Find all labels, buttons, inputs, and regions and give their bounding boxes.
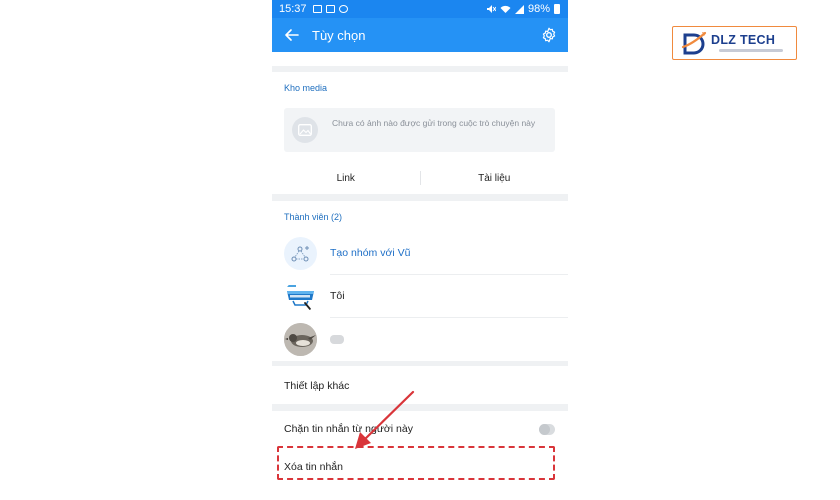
block-messages-toggle[interactable]: [539, 424, 555, 435]
image-placeholder-icon: [292, 117, 318, 143]
media-tabs: Link Tài liệu: [272, 162, 568, 194]
member-name-hidden: [330, 335, 344, 344]
gallery-notification-icon: [312, 5, 322, 13]
toggle-knob: [539, 424, 550, 435]
zalo-notification-icon: [325, 5, 335, 13]
status-time: 15:37: [279, 3, 307, 15]
wifi-icon: [500, 5, 511, 13]
block-messages-label: Chặn tin nhắn từ người này: [284, 423, 413, 435]
media-empty-text: Chưa có ảnh nào được gửi trong cuộc trò …: [332, 118, 536, 128]
download-badge-avatar: [284, 280, 317, 313]
member-other[interactable]: [272, 318, 568, 361]
tab-link[interactable]: Link: [272, 173, 420, 184]
other-settings-label: Thiết lập khác: [284, 380, 350, 392]
status-bar: 15:37 98%: [272, 0, 568, 18]
dlz-tech-logo: DLZ TECH: [672, 26, 797, 60]
mute-icon: [486, 5, 496, 13]
group-add-icon: [284, 237, 317, 270]
logo-mark-icon: [681, 31, 707, 55]
screenshot-stage: 15:37 98% Tùy chọn Kho media Chưa có ảnh…: [0, 0, 840, 500]
block-messages-row[interactable]: Chặn tin nhắn từ người này: [272, 411, 568, 447]
app-bar: Tùy chọn: [272, 18, 568, 52]
logo-tagline: [719, 49, 783, 52]
media-empty-state: Chưa có ảnh nào được gửi trong cuộc trò …: [284, 108, 555, 152]
member-name: Tôi: [330, 290, 345, 302]
tab-documents[interactable]: Tài liệu: [421, 173, 569, 184]
status-right: 98%: [486, 3, 560, 15]
annotation-highlight-box: [277, 446, 555, 480]
bird-photo-avatar: [284, 323, 317, 356]
member-me[interactable]: Tôi: [272, 275, 568, 318]
other-settings-row[interactable]: Thiết lập khác: [272, 366, 568, 404]
top-card: [272, 52, 568, 66]
media-section: Kho media Chưa có ảnh nào được gửi trong…: [272, 72, 568, 194]
phone-screen: 15:37 98% Tùy chọn Kho media Chưa có ảnh…: [272, 0, 568, 500]
battery-icon: [554, 4, 560, 14]
member-name: Tạo nhóm với Vũ: [330, 247, 411, 259]
members-section-title: Thành viên (2): [284, 212, 343, 222]
members-section: Thành viên (2) Tạo nhóm với Vũ Tôi: [272, 201, 568, 361]
logo-text: DLZ TECH: [711, 33, 776, 47]
member-create-group[interactable]: Tạo nhóm với Vũ: [272, 232, 568, 275]
messenger-notification-icon: [338, 5, 348, 13]
gear-icon[interactable]: [538, 24, 560, 46]
signal-icon: [514, 4, 524, 14]
back-arrow-icon[interactable]: [277, 18, 307, 52]
media-section-title: Kho media: [284, 83, 328, 93]
battery-percent: 98%: [527, 3, 550, 15]
page-title: Tùy chọn: [312, 27, 366, 43]
